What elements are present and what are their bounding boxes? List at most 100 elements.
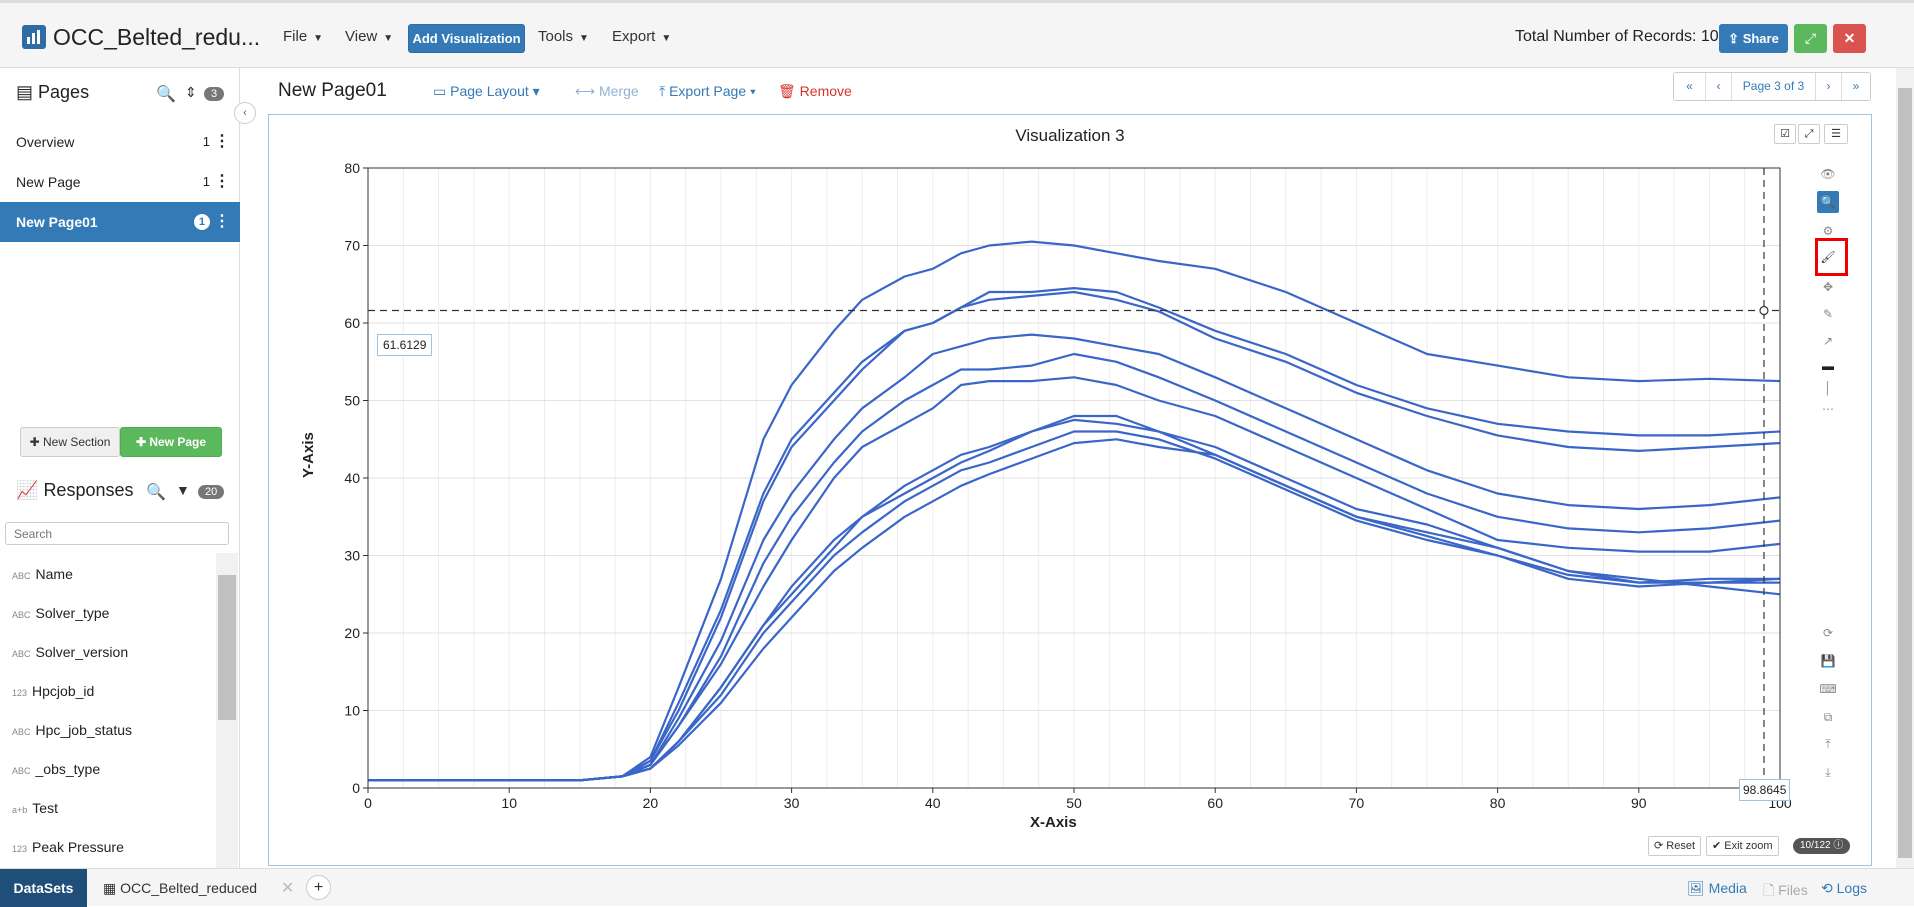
export-page-button[interactable]: ⤒ Export Page ▾ (659, 83, 756, 100)
points-count-badge: 10/122 ⓘ (1793, 838, 1851, 854)
chart-axes: 0 10 20 30 40 50 60 70 80 90 10001020304050607080 (344, 160, 1791, 811)
add-visualization-button[interactable]: Add Visualization (408, 24, 525, 53)
response-item-peak-pressure[interactable]: 123 Peak Pressure (12, 839, 124, 855)
zoom-icon[interactable]: 🔍 (1817, 191, 1839, 213)
response-item-solver-version[interactable]: ABC Solver_version (12, 644, 128, 660)
chevron-left-icon: ‹ (243, 107, 247, 119)
page-count: 1 (202, 134, 210, 149)
sort-icon[interactable]: ⇕ (185, 84, 197, 101)
crosshair-x-value: 98.8645 (1739, 779, 1791, 801)
next-page-button[interactable]: › (1816, 73, 1842, 100)
page-item-new-page01[interactable]: New Page01 1 ⋮ (0, 202, 240, 242)
page-title: New Page01 (278, 80, 387, 101)
kebab-icon[interactable]: ⋮ (214, 162, 230, 202)
files-link[interactable]: 🗋 Files (1763, 880, 1808, 904)
y-tick-label: 40 (344, 470, 360, 486)
line-chart[interactable]: 0 10 20 30 40 50 60 70 80 90 10001020304050607080 (268, 114, 1808, 864)
menu-tools[interactable]: Tools ▼ (538, 28, 589, 45)
new-page-button[interactable]: ✚ New Page (120, 427, 222, 457)
remove-button[interactable]: 🗑 Remove (778, 83, 852, 100)
check-icon: ✔ (1712, 840, 1725, 852)
pencil-icon[interactable]: ✎ (1817, 303, 1839, 325)
response-item-hpcjob-id[interactable]: 123 Hpcjob_id (12, 683, 94, 699)
x-tick-label: 30 (784, 795, 800, 811)
y-tick-label: 80 (344, 160, 360, 176)
keyboard-icon[interactable]: ⌨ (1817, 678, 1839, 700)
responses-count-badge: 20 (198, 485, 225, 499)
trash-icon: 🗑 (778, 83, 800, 99)
menu-view[interactable]: View ▼ (345, 28, 393, 45)
ruler-icon[interactable]: ▬ (1817, 355, 1839, 377)
bottom-bar: DataSets ▦ OCC_Belted_reduced ✕ + 🖼 Medi… (0, 868, 1914, 907)
y-tick-label: 60 (344, 315, 360, 331)
responses-header: 📈 Responses (16, 480, 134, 501)
response-item-solver-type[interactable]: ABC Solver_type (12, 605, 109, 621)
response-item-obs-type[interactable]: ABC _obs_type (12, 761, 100, 777)
menu-export[interactable]: Export ▼ (612, 28, 671, 45)
x-tick-label: 80 (1490, 795, 1506, 811)
crosshair-marker (1759, 305, 1769, 316)
chart-app-icon (22, 25, 46, 49)
arrow-icon[interactable]: ↗ (1817, 330, 1839, 352)
collapse-sidebar-button[interactable]: ‹ (234, 102, 256, 124)
pages-count-badge: 3 (204, 87, 225, 101)
brush-highlight (1815, 238, 1848, 276)
y-tick-label: 20 (344, 625, 360, 641)
pager-label: Page 3 of 3 (1732, 73, 1816, 100)
line-chart-icon: 📈 (16, 480, 39, 500)
expand-button[interactable]: ⤢ (1794, 24, 1827, 53)
save-icon[interactable]: 💾 (1817, 650, 1839, 672)
more-icon[interactable]: ⋯ (1817, 398, 1839, 420)
copy-icon[interactable]: ⧉ (1817, 706, 1839, 728)
menu-icon[interactable]: ☰ (1824, 124, 1848, 144)
eye-icon[interactable]: 👁 (1817, 163, 1839, 185)
download-icon[interactable]: ⤓ (1817, 761, 1839, 783)
exit-zoom-button[interactable]: ✔ Exit zoom (1706, 836, 1779, 856)
layout-icon: ▭ (433, 83, 451, 99)
datasets-tab[interactable]: DataSets (0, 869, 87, 907)
page-label: New Page (16, 174, 81, 190)
sidebar: ▤ Pages 🔍 ⇕ 3 Overview 1 ⋮ New Page 1 ⋮ … (0, 68, 240, 868)
last-page-button[interactable]: » (1842, 73, 1870, 100)
search-icon[interactable]: 🔍 (156, 84, 176, 104)
vertical-line-icon[interactable]: │ (1817, 377, 1839, 399)
media-link[interactable]: 🖼 Media (1687, 880, 1747, 897)
add-dataset-button[interactable]: + (306, 875, 331, 900)
logs-link[interactable]: ⟲ Logs (1821, 880, 1867, 897)
image-icon: 🖼 (1687, 880, 1709, 896)
page-layout-button[interactable]: ▭ Page Layout ▾ (433, 83, 540, 100)
refresh-icon[interactable]: ⟳ (1817, 622, 1839, 644)
y-tick-label: 0 (352, 780, 360, 796)
merge-button[interactable]: ⟷ Merge (575, 83, 639, 100)
first-page-button[interactable]: « (1674, 73, 1706, 100)
response-item-hpc-job-status[interactable]: ABC Hpc_job_status (12, 722, 132, 738)
page-scrollbar-thumb[interactable] (1898, 88, 1912, 858)
expand-icon: ⤢ (1804, 30, 1817, 46)
reset-button[interactable]: ⟳ Reset (1648, 836, 1702, 856)
page-item-overview[interactable]: Overview 1 ⋮ (0, 122, 240, 162)
responses-search-input[interactable] (5, 522, 229, 545)
page-count: 1 (193, 214, 210, 230)
export-icon: ⤒ (659, 83, 670, 99)
search-icon[interactable]: 🔍 (146, 482, 166, 502)
responses-scrollbar-thumb[interactable] (218, 575, 236, 720)
close-button[interactable]: ✕ (1833, 24, 1866, 53)
filter-icon[interactable]: ▼ (176, 482, 190, 498)
response-item-test[interactable]: a+b Test (12, 800, 58, 816)
page-item-new-page[interactable]: New Page 1 ⋮ (0, 162, 240, 202)
move-icon[interactable]: ✥ (1817, 276, 1839, 298)
dataset-tab-occ-belted-reduced[interactable]: ▦ OCC_Belted_reduced (103, 880, 257, 897)
x-tick-label: 50 (1066, 795, 1082, 811)
x-axis-label: X-Axis (1030, 814, 1077, 831)
kebab-icon[interactable]: ⋮ (214, 122, 230, 162)
menu-file[interactable]: File ▼ (283, 28, 323, 45)
new-section-button[interactable]: ✚ New Section (20, 427, 120, 457)
share-button[interactable]: ⇪ Share (1719, 24, 1788, 53)
kebab-icon[interactable]: ⋮ (214, 202, 230, 242)
plus-icon: ✚ (135, 435, 150, 449)
prev-page-button[interactable]: ‹ (1706, 73, 1732, 100)
upload-icon[interactable]: ⤒ (1817, 733, 1839, 755)
response-item-name[interactable]: ABC Name (12, 566, 73, 582)
close-tab-icon[interactable]: ✕ (281, 878, 294, 898)
refresh-icon: ⟳ (1654, 840, 1667, 852)
